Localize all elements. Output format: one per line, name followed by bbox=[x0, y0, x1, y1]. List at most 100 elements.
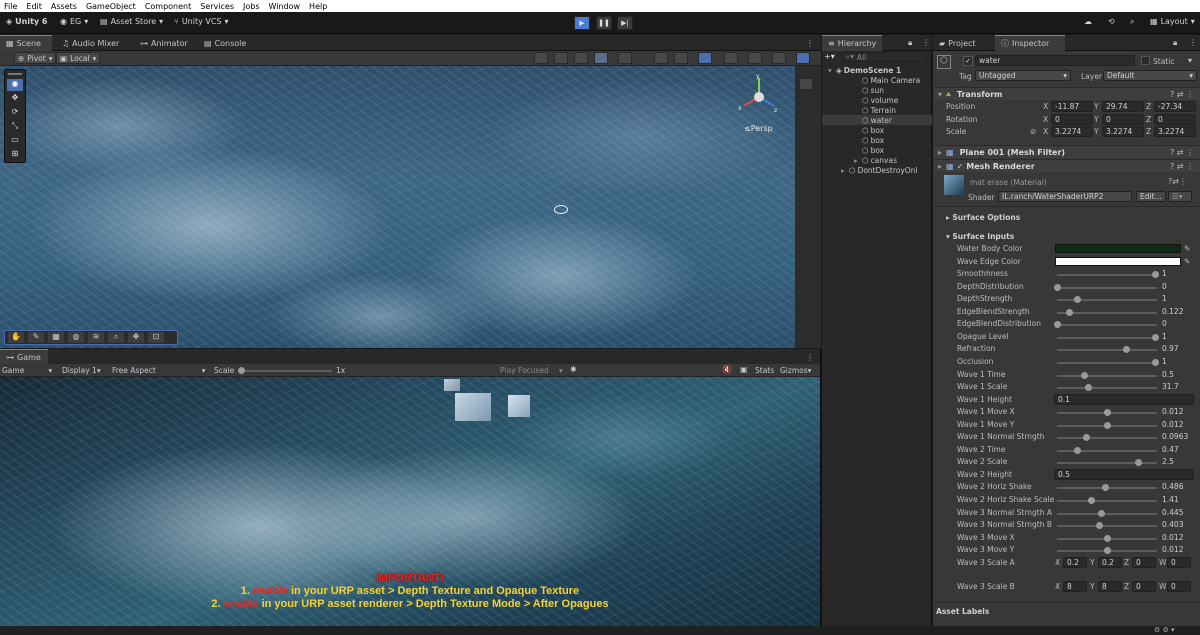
bug-icon[interactable]: ✱ bbox=[570, 365, 577, 374]
camera-button[interactable] bbox=[748, 52, 762, 64]
slider-knob[interactable] bbox=[1103, 421, 1111, 429]
frame-tool-icon[interactable]: ⊡ bbox=[148, 332, 164, 343]
tab-animator[interactable]: ⊶ Animator bbox=[134, 35, 194, 51]
status-icons[interactable]: ⚙ ⚙ ▾ bbox=[1154, 626, 1175, 634]
axis-z-label[interactable]: Z bbox=[1146, 115, 1151, 124]
lit-button[interactable] bbox=[594, 52, 608, 64]
scene-viewport[interactable]: ◉ ✥ ⟳ ⤡ ▭ ⊞ y x z ≤Persp ✋ ✎ ▦ ◍ ≋ ⌕ ✥ ⊡ bbox=[0, 66, 795, 348]
transform-scale-x-input[interactable]: 3.2274 bbox=[1051, 126, 1093, 137]
active-checkbox[interactable]: ✓ bbox=[963, 56, 973, 66]
grid-button[interactable] bbox=[772, 52, 786, 64]
more-icon[interactable]: ⋮ bbox=[1189, 38, 1197, 47]
terrain-tool-icon[interactable]: ▦ bbox=[48, 332, 64, 343]
surface-inputs-foldout[interactable]: ▾ Surface Inputs bbox=[946, 232, 1014, 241]
hierarchy-item[interactable]: ⬡ box bbox=[822, 125, 932, 135]
mesh-filter-header[interactable]: ▸ ▦ Plane 001 (Mesh Filter) ? ⇄ ⋮ bbox=[934, 145, 1200, 158]
transform-position-x-input[interactable]: -11.87 bbox=[1051, 101, 1093, 112]
local-dropdown[interactable]: ▣ Local ▾ bbox=[56, 52, 101, 64]
vector-x-input[interactable]: 0.2 bbox=[1063, 556, 1087, 568]
material-prop-slider[interactable] bbox=[1057, 497, 1157, 504]
visibility-button[interactable] bbox=[724, 52, 738, 64]
material-prop-slider[interactable] bbox=[1057, 459, 1157, 467]
slider-knob[interactable] bbox=[1073, 296, 1081, 304]
color-swatch[interactable] bbox=[1055, 244, 1181, 253]
material-prop-value[interactable]: 2.5 bbox=[1162, 457, 1174, 466]
orientation-gizmo[interactable]: y x z bbox=[736, 73, 782, 120]
shader-dropdown[interactable]: IL.ranch/WaterShaderURP2 bbox=[998, 191, 1132, 202]
game-menu-button[interactable]: ⋮ bbox=[800, 349, 820, 365]
layout-button[interactable]: ▦ Layout ▾ bbox=[1150, 17, 1195, 26]
axis-y-label[interactable]: Y bbox=[1094, 127, 1099, 136]
lock-icon[interactable]: 🔒︎ bbox=[1173, 38, 1177, 48]
hierarchy-item[interactable]: ⬡ box bbox=[822, 135, 932, 145]
tab-console[interactable]: ▤ Console bbox=[198, 35, 252, 51]
gizmos-button[interactable] bbox=[796, 52, 810, 64]
material-prop-slider[interactable] bbox=[1057, 271, 1159, 279]
hierarchy-item[interactable]: ▸ ⬡ DontDestroyOnl bbox=[822, 165, 932, 175]
static-checkbox[interactable] bbox=[1141, 56, 1150, 65]
shaded-button[interactable] bbox=[574, 52, 588, 64]
hierarchy-search-input[interactable]: ⌕▾ All bbox=[842, 52, 928, 62]
tab-audio-mixer[interactable]: ♫ Audio Mixer bbox=[56, 35, 125, 51]
axis-y-label[interactable]: Y bbox=[1094, 102, 1099, 111]
persp-label[interactable]: ≤Persp bbox=[744, 124, 773, 133]
drag-handle[interactable] bbox=[8, 73, 22, 75]
menu-item-edit[interactable]: Edit bbox=[26, 2, 42, 11]
mute-audio-icon[interactable]: 🔇 bbox=[722, 365, 732, 374]
material-prop-slider[interactable] bbox=[1057, 333, 1159, 341]
axis-x-label[interactable]: X bbox=[1055, 582, 1060, 591]
vcs-button[interactable]: ⑂ Unity VCS ▾ bbox=[174, 17, 229, 26]
material-prop-value[interactable]: 0.012 bbox=[1162, 420, 1183, 429]
hierarchy-item[interactable]: ▸ ⬡ canvas bbox=[822, 155, 932, 165]
material-prop-value[interactable]: 0 bbox=[1162, 319, 1167, 328]
transform-position-y-input[interactable]: 29.74 bbox=[1102, 101, 1144, 112]
transform-position-z-input[interactable]: -27.34 bbox=[1154, 101, 1196, 112]
material-prop-value[interactable]: 0.445 bbox=[1162, 508, 1183, 517]
material-prop-slider[interactable] bbox=[1057, 434, 1157, 442]
fx-button[interactable] bbox=[674, 52, 688, 64]
material-prop-value[interactable]: 31.7 bbox=[1162, 382, 1179, 391]
material-prop-value[interactable]: 1 bbox=[1162, 332, 1167, 341]
material-prop-value[interactable]: 0.403 bbox=[1162, 520, 1183, 529]
game-mode-dropdown[interactable]: Game ▾ bbox=[2, 366, 52, 375]
material-prop-slider[interactable] bbox=[1057, 534, 1157, 542]
axis-x-label[interactable]: X bbox=[1055, 558, 1060, 567]
slider-knob[interactable] bbox=[1073, 446, 1081, 454]
hierarchy-item[interactable]: ▾ ◈ DemoScene 1 bbox=[822, 65, 932, 75]
hierarchy-item[interactable]: ⬡ water bbox=[822, 115, 932, 125]
dropdown-icon[interactable]: ▾ bbox=[1188, 56, 1192, 65]
scene-settings-button[interactable] bbox=[618, 52, 632, 64]
material-prop-value[interactable]: 0.012 bbox=[1162, 533, 1183, 542]
menu-item-file[interactable]: File bbox=[4, 2, 17, 11]
frame-icon[interactable]: ▣ bbox=[740, 365, 748, 374]
menu-item-assets[interactable]: Assets bbox=[51, 2, 77, 11]
play-focused-dropdown[interactable]: Play Focused ▾ bbox=[500, 366, 563, 375]
camera-overlay-button[interactable] bbox=[799, 78, 813, 90]
gizmos-dropdown[interactable]: Gizmos▾ bbox=[780, 366, 811, 375]
menu-item-gameobject[interactable]: GameObject bbox=[86, 2, 136, 11]
scale-tool-button[interactable]: ⤡ bbox=[7, 121, 23, 133]
transform-header[interactable]: ▾ ⟑ Transform ? ⇄ ⋮ bbox=[934, 87, 1200, 100]
account-button[interactable]: ◉ EG ▾ bbox=[60, 17, 88, 26]
scale-slider[interactable] bbox=[238, 367, 332, 374]
slider-knob[interactable] bbox=[1103, 534, 1111, 542]
slider-knob[interactable] bbox=[1098, 509, 1106, 517]
enabled-checkbox[interactable]: ✓ bbox=[957, 162, 964, 171]
transform-rotation-x-input[interactable]: 0 bbox=[1051, 113, 1093, 125]
material-prop-value[interactable]: 0.012 bbox=[1162, 407, 1183, 416]
material-prop-value[interactable]: 0.97 bbox=[1162, 344, 1179, 353]
axis-y-label[interactable]: Y bbox=[1090, 582, 1095, 591]
material-prop-slider[interactable] bbox=[1057, 484, 1157, 492]
material-prop-value[interactable]: 0 bbox=[1162, 282, 1167, 291]
camera-gizmo-icon[interactable] bbox=[554, 205, 568, 214]
tag-dropdown[interactable]: Untagged ▾ bbox=[975, 70, 1071, 81]
shader-more-dropdown[interactable]: ☰▾ bbox=[1168, 191, 1192, 202]
vector-y-input[interactable]: 0.2 bbox=[1098, 556, 1122, 568]
material-prop-slider[interactable] bbox=[1057, 371, 1157, 379]
material-prop-value[interactable]: 1 bbox=[1162, 269, 1167, 278]
menu-item-window[interactable]: Window bbox=[269, 2, 301, 11]
material-prop-value[interactable]: 1.41 bbox=[1162, 495, 1179, 504]
slider-knob[interactable] bbox=[1065, 308, 1073, 316]
hand-tool-icon[interactable]: ✋ bbox=[8, 332, 24, 343]
material-prop-value[interactable]: 0.486 bbox=[1162, 482, 1183, 491]
